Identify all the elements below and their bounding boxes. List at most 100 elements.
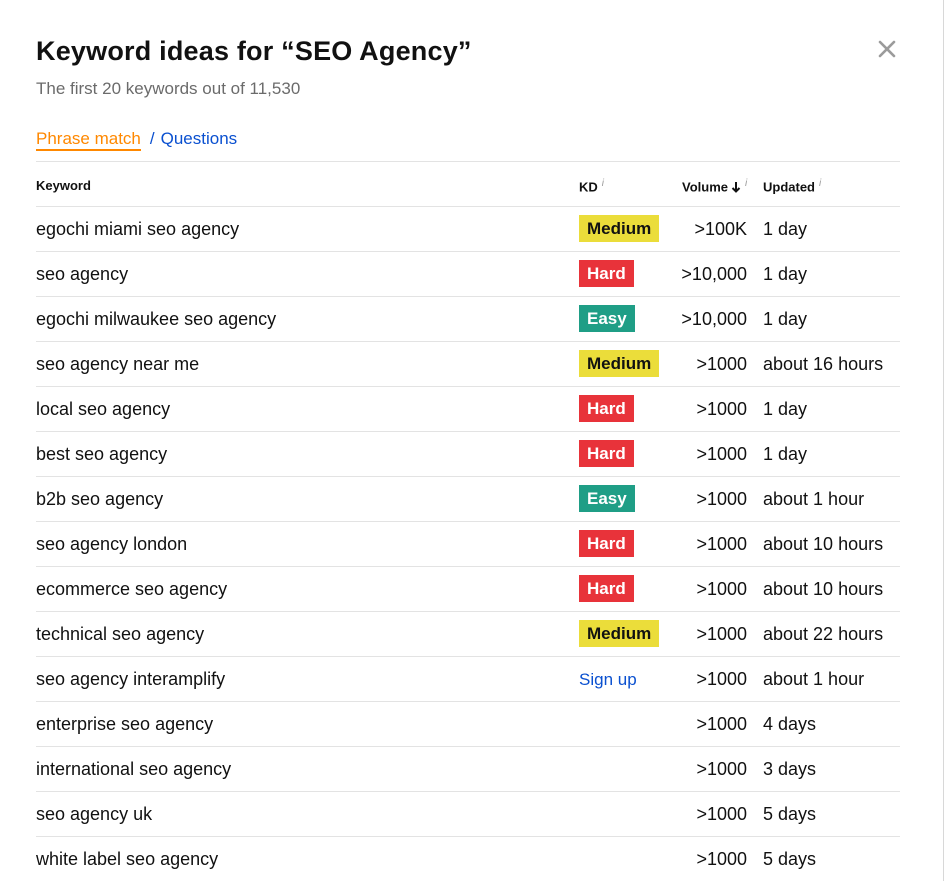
- updated-cell: about 1 hour: [763, 489, 865, 509]
- keyword-cell[interactable]: international seo agency: [36, 759, 231, 780]
- kd-badge: Easy: [579, 305, 635, 332]
- updated-cell: 1 day: [763, 399, 808, 419]
- kd-cell: Hard: [579, 575, 634, 602]
- keyword-cell[interactable]: local seo agency: [36, 399, 170, 420]
- updated-cell: about 1 hour: [763, 669, 865, 689]
- dialog-title: Keyword ideas for “SEO Agency”: [36, 36, 472, 66]
- column-header-keyword[interactable]: Keyword: [36, 178, 91, 193]
- updated-cell: about 10 hours: [763, 579, 884, 599]
- tab-separator: /: [149, 129, 155, 148]
- table-row[interactable]: egochi miami seo agency Medium >100K 1 day: [36, 207, 900, 252]
- keyword-cell[interactable]: b2b seo agency: [36, 489, 163, 510]
- keyword-cell[interactable]: seo agency: [36, 264, 128, 285]
- kd-cell: Hard: [579, 530, 634, 557]
- volume-cell: >1000: [696, 444, 747, 464]
- volume-cell: >1000: [696, 804, 747, 824]
- volume-cell: >1000: [696, 534, 747, 554]
- keyword-cell[interactable]: egochi miami seo agency: [36, 219, 239, 240]
- kd-badge: Medium: [579, 350, 660, 377]
- table-row[interactable]: seo agency interamplify Sign up >1000 about…: [36, 657, 900, 702]
- column-header-volume-label: Volume: [682, 179, 728, 195]
- sign-up-link[interactable]: Sign up: [579, 670, 637, 690]
- keyword-cell[interactable]: seo agency near me: [36, 354, 199, 375]
- kd-badge: Hard: [579, 260, 634, 287]
- table-row[interactable]: seo agency Hard >10,000 1 day: [36, 252, 900, 297]
- column-header-kd[interactable]: KD i: [579, 178, 604, 194]
- table-row[interactable]: b2b seo agency Easy >1000 about 1 hour: [36, 477, 900, 522]
- volume-cell: >1000: [696, 489, 747, 509]
- kd-cell: Medium: [579, 215, 660, 242]
- table-row[interactable]: seo agency london Hard >1000 about 10 hours: [36, 522, 900, 567]
- volume-cell: >1000: [696, 399, 747, 419]
- kd-badge: Hard: [579, 440, 634, 467]
- kd-badge: Easy: [579, 485, 635, 512]
- keyword-cell[interactable]: white label seo agency: [36, 849, 218, 870]
- keyword-cell[interactable]: ecommerce seo agency: [36, 579, 227, 600]
- table-row[interactable]: best seo agency Hard >1000 1 day: [36, 432, 900, 477]
- kd-cell: Hard: [579, 395, 634, 422]
- sort-down-arrow-icon: [731, 181, 741, 196]
- updated-cell: 1 day: [763, 264, 808, 284]
- table-row[interactable]: ecommerce seo agency Hard >1000 about 10 ho…: [36, 567, 900, 612]
- match-type-tabs: Phrase match / Questions: [36, 129, 238, 151]
- table-row[interactable]: seo agency near me Medium >1000 about 16 ho…: [36, 342, 900, 387]
- updated-cell: about 10 hours: [763, 534, 884, 554]
- table-body: egochi miami seo agency Medium >100K 1 day s…: [36, 207, 900, 881]
- table-row[interactable]: international seo agency >1000 3 days: [36, 747, 900, 792]
- kd-cell: Easy: [579, 305, 635, 332]
- column-header-kd-label: KD: [579, 179, 598, 195]
- keyword-cell[interactable]: technical seo agency: [36, 624, 204, 645]
- close-icon[interactable]: [872, 34, 902, 64]
- updated-cell: about 16 hours: [763, 354, 884, 374]
- updated-cell: 5 days: [763, 849, 817, 869]
- updated-cell: 5 days: [763, 804, 817, 824]
- keyword-cell[interactable]: enterprise seo agency: [36, 714, 213, 735]
- column-header-updated[interactable]: Updated i: [763, 178, 821, 194]
- kd-badge: Hard: [579, 530, 634, 557]
- updated-cell: 1 day: [763, 219, 808, 239]
- table-row[interactable]: seo agency uk >1000 5 days: [36, 792, 900, 837]
- table-row[interactable]: egochi milwaukee seo agency Easy >10,000 1 …: [36, 297, 900, 342]
- keyword-cell[interactable]: seo agency interamplify: [36, 669, 225, 690]
- kd-badge: Hard: [579, 395, 634, 422]
- tab-questions[interactable]: Questions: [161, 129, 238, 148]
- updated-cell: 3 days: [763, 759, 817, 779]
- table-header: Keyword KD i Volume i Updated i: [36, 162, 900, 207]
- volume-cell: >1000: [696, 354, 747, 374]
- info-icon[interactable]: i: [745, 178, 747, 189]
- updated-cell: 1 day: [763, 309, 808, 329]
- updated-cell: 4 days: [763, 714, 817, 734]
- keywords-table: Keyword KD i Volume i Updated i egochi miam…: [36, 162, 900, 881]
- column-header-updated-label: Updated: [763, 179, 815, 195]
- table-row[interactable]: white label seo agency >1000 5 days: [36, 837, 900, 881]
- volume-cell: >1000: [696, 669, 747, 689]
- keyword-cell[interactable]: seo agency london: [36, 534, 187, 555]
- updated-cell: 1 day: [763, 444, 808, 464]
- volume-cell: >1000: [696, 714, 747, 734]
- keyword-cell[interactable]: best seo agency: [36, 444, 167, 465]
- kd-cell: Medium: [579, 620, 660, 647]
- volume-cell: >1000: [696, 579, 747, 599]
- table-row[interactable]: enterprise seo agency >1000 4 days: [36, 702, 900, 747]
- kd-badge: Medium: [579, 620, 660, 647]
- kd-cell: Medium: [579, 350, 660, 377]
- info-icon[interactable]: i: [602, 178, 604, 189]
- keyword-cell[interactable]: seo agency uk: [36, 804, 152, 825]
- kd-cell: Hard: [579, 440, 634, 467]
- dialog-subtitle: The first 20 keywords out of 11,530: [36, 79, 301, 98]
- volume-cell: >10,000: [681, 264, 747, 284]
- volume-cell: >100K: [694, 219, 747, 239]
- info-icon[interactable]: i: [819, 178, 821, 189]
- table-row[interactable]: technical seo agency Medium >1000 about 22 …: [36, 612, 900, 657]
- kd-cell: Hard: [579, 260, 634, 287]
- kd-badge: Hard: [579, 575, 634, 602]
- tab-phrase-match[interactable]: Phrase match: [36, 129, 141, 151]
- keyword-cell[interactable]: egochi milwaukee seo agency: [36, 309, 276, 330]
- volume-cell: >1000: [696, 849, 747, 869]
- column-header-volume[interactable]: Volume i: [682, 178, 747, 196]
- volume-cell: >1000: [696, 624, 747, 644]
- table-row[interactable]: local seo agency Hard >1000 1 day: [36, 387, 900, 432]
- volume-cell: >10,000: [681, 309, 747, 329]
- keyword-ideas-dialog: Keyword ideas for “SEO Agency” The first…: [0, 0, 944, 881]
- kd-cell: Easy: [579, 485, 635, 512]
